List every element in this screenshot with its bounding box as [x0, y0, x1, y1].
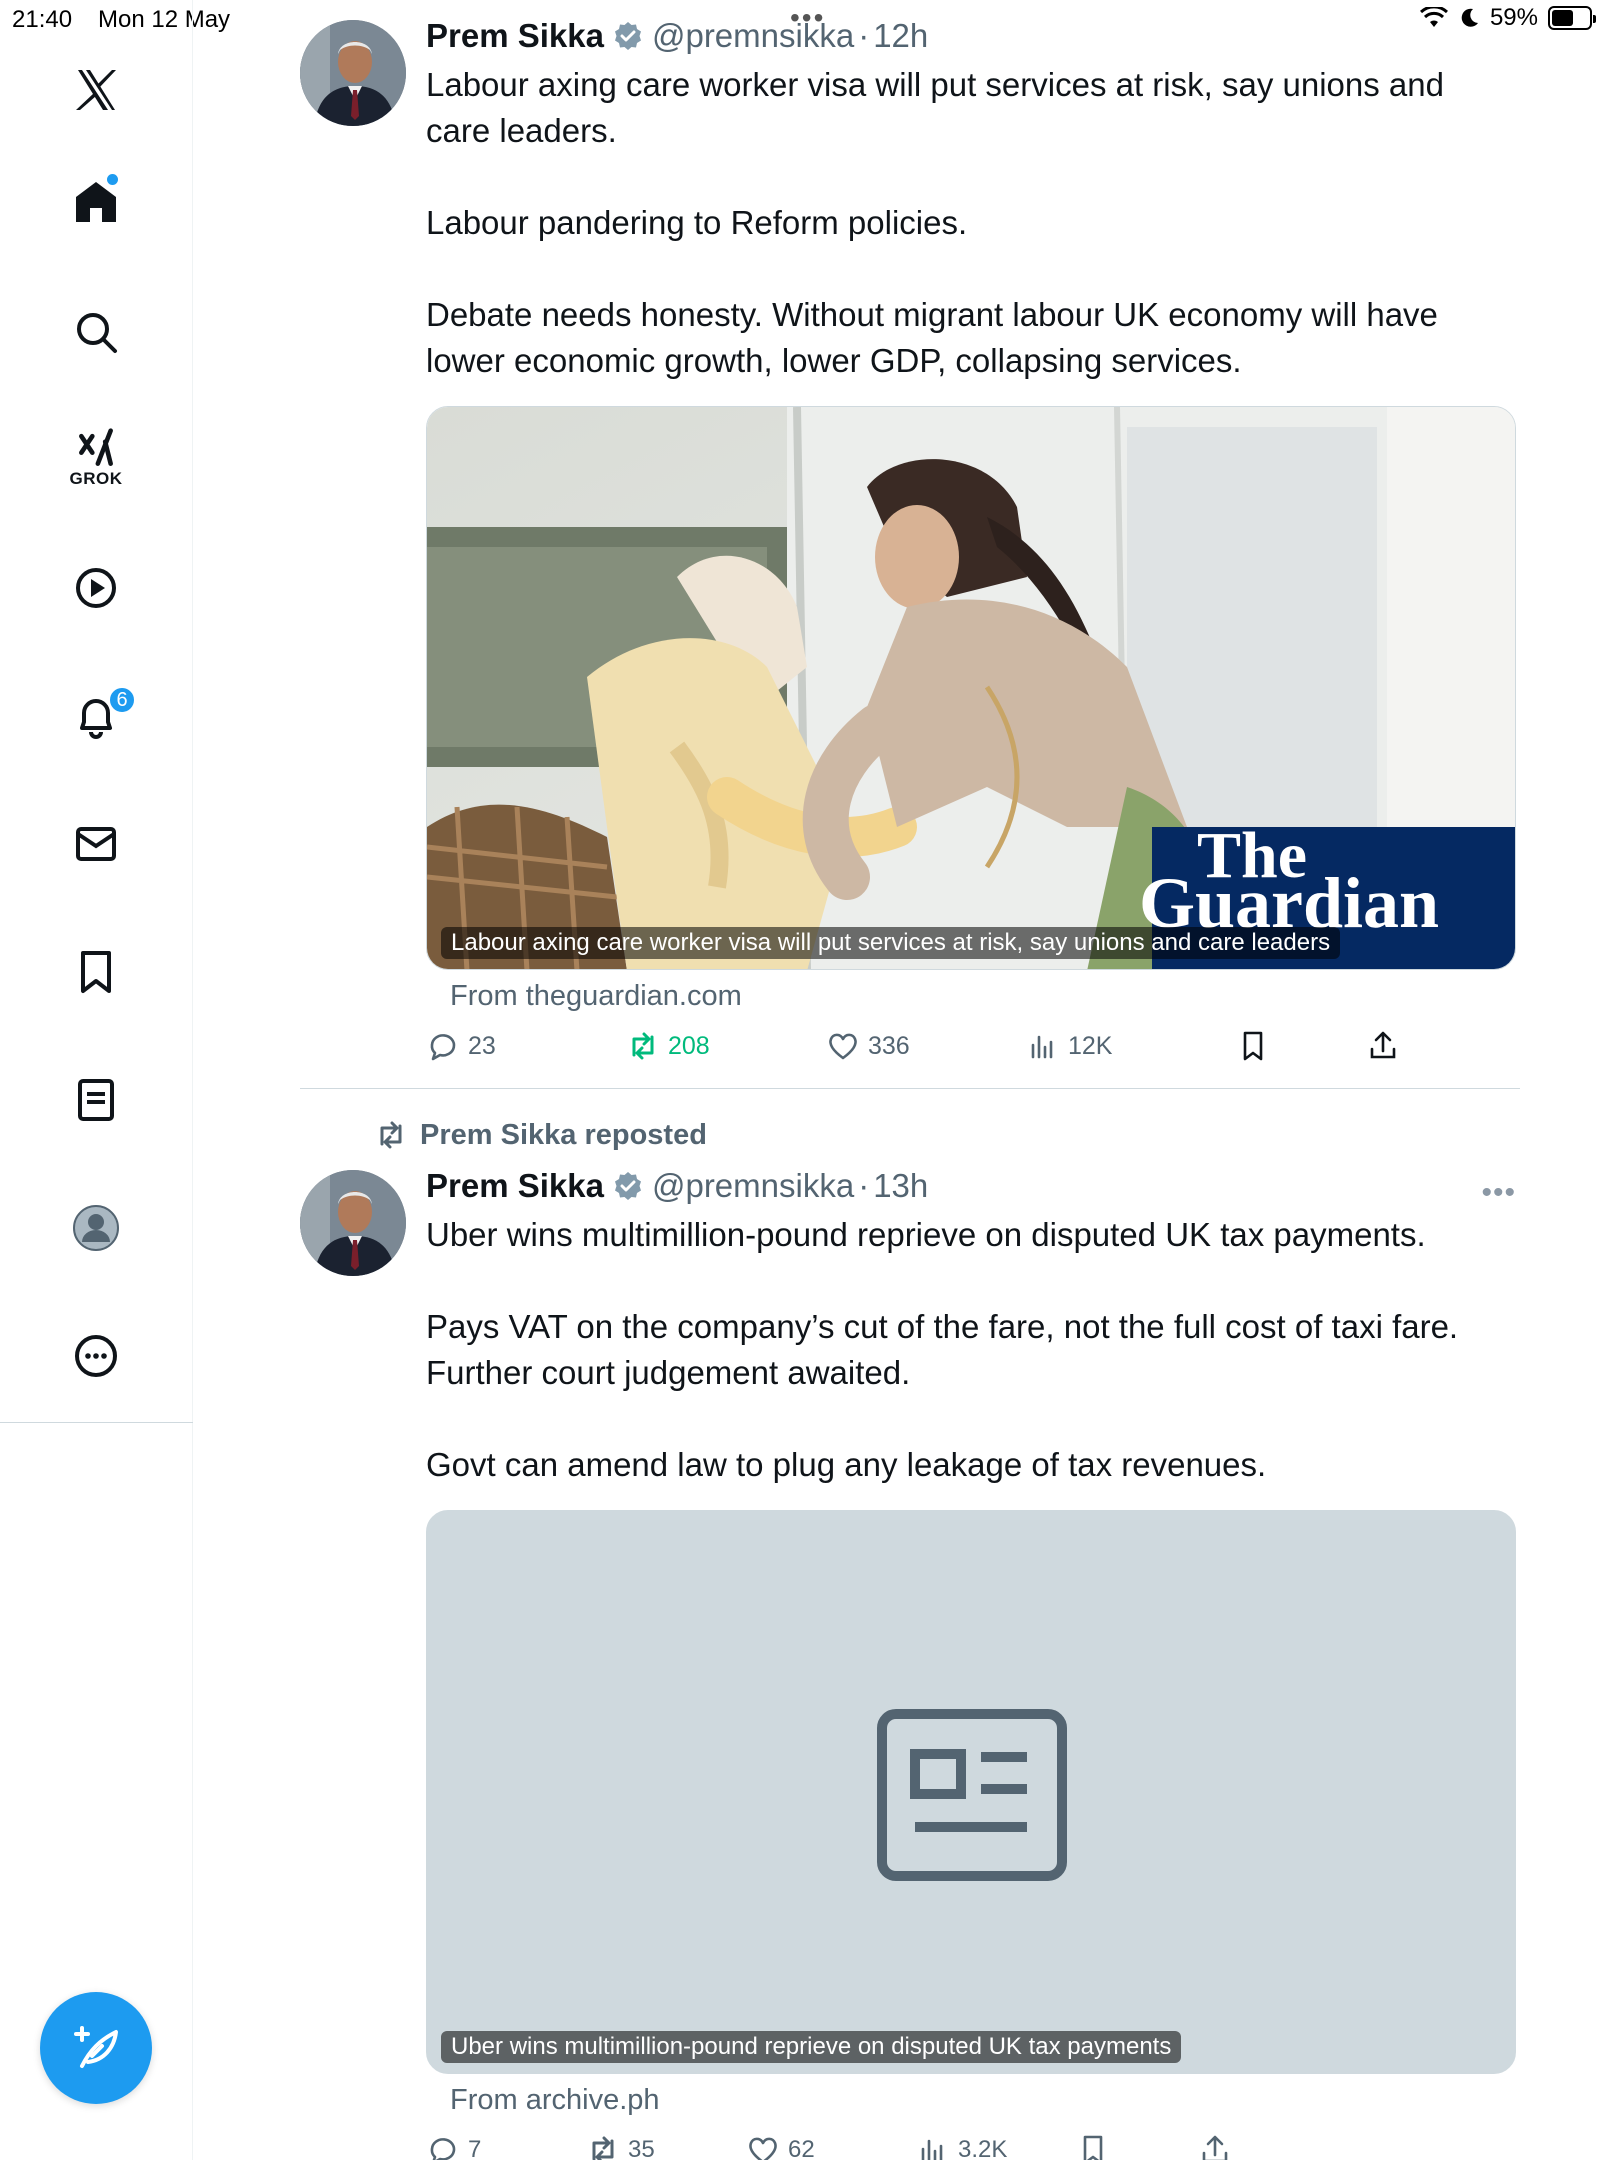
article-photo: The Guardian	[427, 407, 1515, 969]
home-unread-dot	[107, 174, 118, 185]
compose-button[interactable]	[40, 1992, 152, 2104]
heart-icon	[829, 1033, 857, 1060]
sidebar-item-more[interactable]	[56, 1316, 136, 1396]
article-icon	[877, 1709, 1067, 1881]
tweet-paragraph: Uber wins multimillion-pound reprieve on…	[426, 1216, 1426, 1253]
repost-label: Prem Sikka reposted	[420, 1118, 707, 1151]
repost-count: 35	[628, 2136, 655, 2160]
separator: ·	[858, 17, 870, 54]
more-circle-icon	[75, 1335, 117, 1377]
grok-icon	[79, 428, 113, 466]
bookmark-icon	[81, 951, 111, 993]
home-icon	[76, 182, 116, 222]
tweet-paragraph: Labour axing care worker visa will put s…	[426, 66, 1444, 149]
bookmark-button[interactable]	[1076, 2133, 1110, 2160]
author-handle[interactable]: @premnsikka	[652, 17, 854, 55]
author-handle[interactable]: @premnsikka	[652, 1167, 854, 1205]
share-icon	[1202, 2135, 1228, 2160]
repost-count: 208	[668, 1031, 710, 1060]
sidebar-divider	[0, 1422, 193, 1423]
reply-button[interactable]: 7	[426, 2133, 481, 2160]
grok-label: GROK	[69, 469, 123, 488]
views-icon	[1031, 1035, 1053, 1059]
like-count: 336	[868, 1031, 910, 1060]
tweet-paragraph: Pays VAT on the company’s cut of the far…	[426, 1308, 1459, 1391]
tweet-time[interactable]: 12h	[873, 17, 928, 55]
reply-icon	[430, 1034, 456, 1061]
profile-icon	[73, 1205, 119, 1251]
author-name[interactable]: Prem Sikka	[426, 17, 604, 55]
sidebar-item-home[interactable]	[56, 162, 136, 242]
repost-indicator[interactable]: Prem Sikka reposted	[374, 1118, 707, 1152]
tweet-paragraph: Debate needs honesty. Without migrant la…	[426, 296, 1438, 379]
sidebar: GROK 6	[0, 0, 193, 2160]
views-icon	[921, 2139, 943, 2160]
reply-count: 7	[468, 2136, 482, 2160]
more-options-icon[interactable]: •••	[1481, 1176, 1516, 1210]
card-caption: Uber wins multimillion-pound reprieve on…	[441, 2031, 1182, 2063]
tweet-time[interactable]: 13h	[873, 1167, 928, 1205]
sidebar-item-grok[interactable]: GROK	[56, 418, 136, 498]
sidebar-item-bookmarks[interactable]	[56, 932, 136, 1012]
reply-button[interactable]: 23	[426, 1029, 496, 1063]
link-card[interactable]: Uber wins multimillion-pound reprieve on…	[426, 1510, 1516, 2074]
avatar[interactable]	[300, 20, 406, 126]
feather-plus-icon	[74, 2026, 118, 2068]
card-source[interactable]: From archive.ph	[426, 2084, 1516, 2117]
sidebar-item-messages[interactable]	[56, 804, 136, 884]
avatar[interactable]	[300, 1170, 406, 1276]
views-button[interactable]: 12K	[1026, 1029, 1112, 1063]
tweet-paragraph: Labour pandering to Reform policies.	[426, 204, 968, 241]
like-count: 62	[788, 2136, 815, 2160]
reply-count: 23	[468, 1031, 496, 1060]
bookmark-button[interactable]	[1236, 1029, 1270, 1063]
x-logo-icon[interactable]	[56, 50, 136, 130]
repost-icon	[632, 1032, 654, 1060]
sidebar-item-lists[interactable]	[56, 1060, 136, 1140]
like-button[interactable]: 336	[826, 1029, 910, 1063]
tweet-header: Prem Sikka @premnsikka · 13h	[426, 1164, 1516, 1208]
tweet-text: Uber wins multimillion-pound reprieve on…	[426, 1212, 1516, 1488]
tweet-text: Labour axing care worker visa will put s…	[426, 62, 1516, 384]
repost-icon	[592, 2136, 614, 2160]
tweet-actions: 7 35 62 3.2K	[426, 2133, 1516, 2160]
notifications-badge: 6	[108, 686, 136, 714]
like-button[interactable]: 62	[746, 2133, 815, 2160]
link-card[interactable]: The Guardian Labour axing care worker vi…	[426, 406, 1516, 970]
tweet-header: Prem Sikka @premnsikka · 12h	[426, 14, 1516, 58]
share-icon	[1370, 1031, 1396, 1059]
repost-button[interactable]: 35	[586, 2133, 655, 2160]
heart-icon	[749, 2137, 777, 2160]
card-caption: Labour axing care worker visa will put s…	[441, 927, 1341, 959]
views-button[interactable]: 3.2K	[916, 2133, 1007, 2160]
tweet-paragraph: Govt can amend law to plug any leakage o…	[426, 1446, 1267, 1483]
sidebar-item-profile[interactable]	[56, 1188, 136, 1268]
bookmark-icon	[1083, 2135, 1103, 2160]
sidebar-item-explore[interactable]	[56, 292, 136, 372]
verified-badge-icon	[614, 1172, 641, 1200]
verified-badge-icon	[614, 22, 641, 50]
battery-icon	[1548, 6, 1596, 30]
card-source[interactable]: From theguardian.com	[426, 980, 1516, 1013]
search-icon	[77, 313, 117, 353]
separator: ·	[858, 1167, 870, 1204]
reply-icon	[430, 2138, 456, 2160]
play-icon	[76, 568, 116, 608]
bookmark-icon	[1243, 1031, 1263, 1061]
tweet-actions: 23 208 336 12K	[426, 1029, 1516, 1079]
sidebar-item-video[interactable]	[56, 548, 136, 628]
repost-button[interactable]: 208	[626, 1029, 710, 1063]
list-icon	[78, 1079, 114, 1121]
tweet-divider	[300, 1088, 1520, 1089]
share-button[interactable]	[1366, 1029, 1400, 1063]
view-count: 3.2K	[958, 2136, 1008, 2160]
view-count: 12K	[1068, 1031, 1113, 1060]
author-name[interactable]: Prem Sikka	[426, 1167, 604, 1205]
repost-icon	[380, 1121, 402, 1149]
share-button[interactable]	[1198, 2133, 1232, 2160]
envelope-icon	[76, 827, 116, 861]
battery-fill	[1552, 10, 1574, 26]
